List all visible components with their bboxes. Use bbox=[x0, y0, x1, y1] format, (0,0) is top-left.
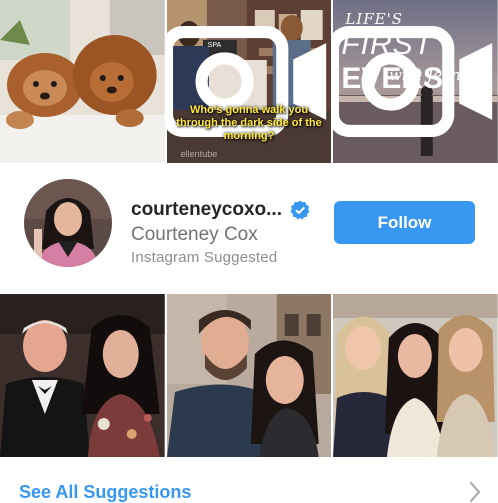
see-all-suggestions-row[interactable]: See All Suggestions bbox=[0, 457, 498, 503]
see-all-suggestions-link[interactable]: See All Suggestions bbox=[19, 482, 191, 503]
photo-with-bearded-man bbox=[166, 294, 332, 457]
chevron-right-icon[interactable] bbox=[468, 481, 482, 503]
recent-posts-bottom-row bbox=[0, 294, 498, 457]
post-thumbnail-video-store[interactable]: SPA Who's gonna walk you through the dar… bbox=[166, 0, 332, 163]
full-name: Courteney Cox bbox=[131, 224, 258, 245]
post-thumbnail-puppies[interactable] bbox=[0, 0, 165, 163]
verified-badge-icon bbox=[290, 200, 310, 220]
video-caption: Who's gonna walk you through the dark si… bbox=[176, 104, 322, 142]
post-thumbnail-with-bearded-man[interactable] bbox=[166, 294, 332, 457]
avatar[interactable] bbox=[24, 179, 112, 267]
overlay-title-first: FIRST bbox=[341, 28, 434, 61]
username[interactable]: courteneycoxo... bbox=[131, 199, 282, 221]
username-row: courteneycoxo... bbox=[131, 199, 310, 221]
recent-posts-top-row: SPA Who's gonna walk you through the dar… bbox=[0, 0, 498, 163]
overlay-title-line2: FIRST EVERS bbox=[341, 28, 498, 96]
follow-button[interactable]: Follow bbox=[334, 201, 475, 244]
puppies-photo bbox=[0, 0, 165, 163]
post-thumbnail-with-older-man[interactable] bbox=[0, 294, 165, 457]
post-thumbnail-life-firsts[interactable]: LIFE'S FIRST EVERS with Jeannie bbox=[333, 0, 498, 163]
overlay-subtitle: with Jeannie bbox=[389, 66, 485, 84]
overlay-title-line1: LIFE'S bbox=[345, 10, 403, 28]
photo-with-friends bbox=[333, 294, 498, 457]
photo-with-man bbox=[0, 294, 165, 457]
post-thumbnail-with-friends[interactable] bbox=[333, 294, 498, 457]
video-watermark: ellentube bbox=[180, 149, 218, 159]
profile-photo bbox=[24, 179, 112, 267]
suggested-profile-card: courteneycoxo... Courteney Cox Instagram… bbox=[0, 163, 498, 294]
suggestion-reason: Instagram Suggested bbox=[131, 249, 278, 266]
